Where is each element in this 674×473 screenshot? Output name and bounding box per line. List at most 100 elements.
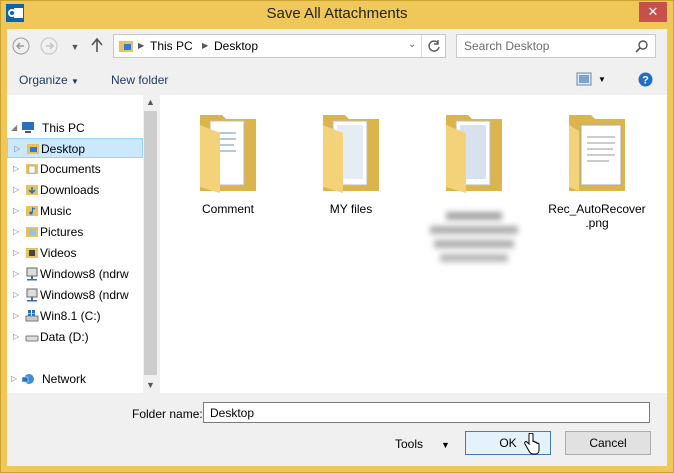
nav-item-documents[interactable]: ▷ Documents [7,159,143,179]
save-dialog: Save All Attachments ✕ ▼ ▶ This PC ▶ Des… [0,0,674,473]
cancel-button[interactable]: Cancel [565,431,651,455]
file-name: Comment [201,202,254,216]
expand-icon[interactable]: ▷ [13,327,19,347]
forward-arrow-icon [40,37,58,55]
nav-item-this-pc[interactable]: ◢ This PC [7,118,143,138]
tools-button[interactable]: Tools ▼ [395,437,450,451]
nav-item-win81-c[interactable]: ▷ Win8.1 (C:) [7,306,143,326]
view-dropdown-icon[interactable]: ▼ [598,75,606,84]
nav-item-data-d[interactable]: ▷ Data (D:) [7,327,143,347]
nav-item-label: Pictures [40,225,84,239]
dialog-body: ▼ ▶ This PC ▶ Desktop ⌄ Search Desktop O… [7,29,667,466]
recent-locations-button[interactable]: ▼ [65,37,85,57]
expand-icon[interactable]: ▷ [14,139,20,157]
expand-icon[interactable]: ▷ [13,243,19,263]
nav-item-downloads[interactable]: ▷ Downloads [7,180,143,200]
windows-drive-icon [25,310,39,322]
nav-item-label: Windows8 (ndrw [40,267,129,281]
expand-icon[interactable]: ▷ [13,159,19,179]
new-folder-button[interactable]: New folder [111,73,168,87]
folder-icon [446,115,502,193]
expand-icon[interactable]: ▷ [11,369,17,389]
nav-item-label: Desktop [41,142,86,156]
window-title: Save All Attachments [266,5,408,22]
address-divider [421,35,422,57]
search-placeholder: Search Desktop [464,39,550,53]
nav-item-label: Data (D:) [40,330,89,344]
music-folder-icon [26,206,38,216]
nav-item-network[interactable]: ▷ Network [7,369,143,389]
address-bar[interactable]: ▶ This PC ▶ Desktop ⌄ [113,34,446,58]
pictures-folder-icon [26,227,38,237]
nav-item-label: Documents [40,162,101,176]
nav-item-label: Win8.1 (C:) [40,309,101,323]
downloads-folder-icon [26,185,38,195]
view-options-icon[interactable] [576,72,592,86]
expand-icon[interactable]: ▷ [13,285,19,305]
chevron-down-icon: ▼ [70,42,80,52]
file-item-blurred[interactable] [419,103,529,267]
network-drive-icon [26,267,38,281]
expand-icon[interactable]: ▷ [13,180,19,200]
file-item-rec-autorecover[interactable]: Rec_AutoRecover .png [542,103,652,230]
nav-item-label: Music [40,204,72,218]
breadcrumb-separator-icon: ▶ [138,41,145,50]
close-button[interactable]: ✕ [639,2,667,22]
videos-folder-icon [26,248,38,258]
file-name: MY files [329,202,373,216]
tools-label: Tools [395,437,424,451]
folder-name-input[interactable]: Desktop [203,402,650,423]
organize-label: Organize [19,73,68,87]
nav-item-desktop[interactable]: ▷ Desktop [7,138,143,158]
expand-icon[interactable]: ▷ [13,306,19,326]
file-item-comment[interactable]: Comment [173,103,283,216]
up-arrow-icon [91,37,103,52]
nav-item-label: Downloads [40,183,100,197]
help-icon[interactable]: ? [638,72,653,87]
nav-item-label: Network [42,372,87,386]
drive-icon [25,335,39,342]
close-icon: ✕ [647,4,659,19]
refresh-icon[interactable] [427,39,441,53]
folder-icon [323,115,379,193]
nav-item-videos[interactable]: ▷ Videos [7,243,143,263]
file-name: Rec_AutoRecover .png [548,202,646,230]
expand-icon[interactable]: ▷ [13,222,19,242]
forward-button[interactable] [39,37,59,57]
expand-icon[interactable]: ▷ [13,264,19,284]
back-button[interactable] [11,37,31,57]
desktop-folder-icon [27,144,39,154]
search-icon[interactable] [635,39,649,53]
documents-folder-icon [26,164,38,174]
toolbar: Organize ▼ New folder ▼ ? [7,65,667,93]
breadcrumb-desktop[interactable]: Desktop [214,39,258,53]
nav-item-network-drive-1[interactable]: ▷ Windows8 (ndrw [7,264,143,284]
scroll-down-icon[interactable]: ▼ [143,378,158,393]
navigation-pane: ◢ This PC ▷ Desktop ▷ Documents ▷ Downlo… [7,95,158,393]
scroll-thumb[interactable] [144,111,157,375]
expand-icon[interactable]: ▷ [13,201,19,221]
nav-item-music[interactable]: ▷ Music [7,201,143,221]
network-icon [21,374,34,384]
file-item-my-files[interactable]: MY files [296,103,406,216]
nav-item-label: Videos [40,246,77,260]
title-bar: Save All Attachments ✕ [1,1,673,25]
nav-scrollbar[interactable]: ▲ ▼ [143,95,158,393]
folder-icon [200,115,256,193]
address-dropdown-icon[interactable]: ⌄ [408,39,416,50]
collapse-icon[interactable]: ◢ [11,118,17,138]
pc-folder-icon [119,41,133,52]
nav-item-network-drive-2[interactable]: ▷ Windows8 (ndrw [7,285,143,305]
nav-item-label: Windows8 (ndrw [40,288,129,302]
svg-text:?: ? [642,75,649,87]
chevron-down-icon: ▼ [441,440,450,450]
computer-icon [22,122,34,133]
nav-item-pictures[interactable]: ▷ Pictures [7,222,143,242]
organize-button[interactable]: Organize ▼ [19,73,79,87]
breadcrumb-this-pc[interactable]: This PC [150,39,193,53]
scroll-up-icon[interactable]: ▲ [143,95,158,110]
blurred-file-name [430,212,518,262]
breadcrumb-separator-icon: ▶ [202,41,209,50]
search-box[interactable]: Search Desktop [456,34,656,58]
up-button[interactable] [87,37,107,57]
